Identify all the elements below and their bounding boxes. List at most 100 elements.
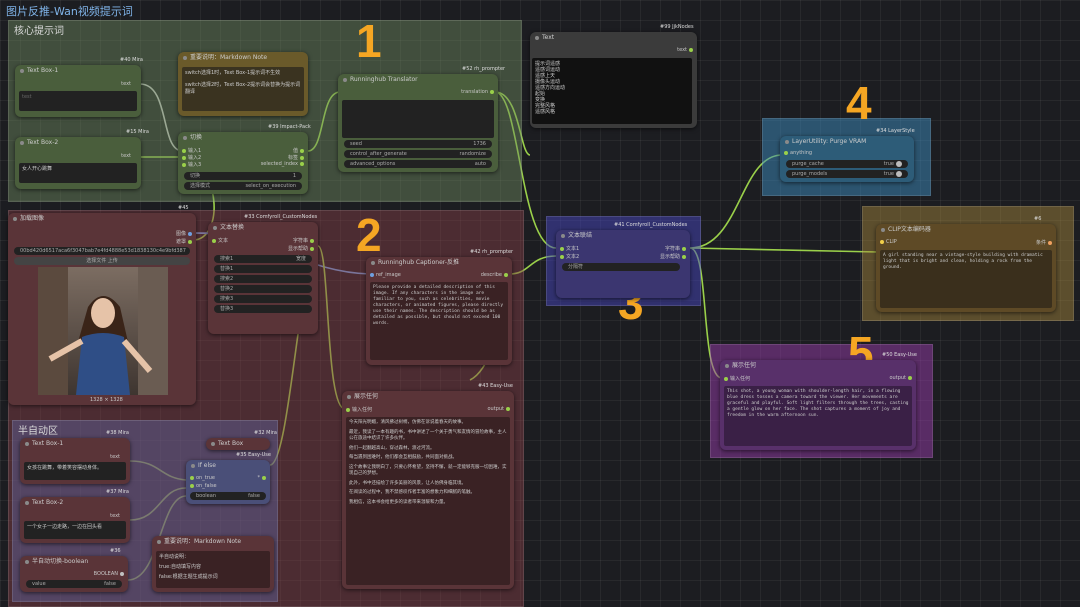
node-id: #33 Comfyroll_CustomNodes	[244, 214, 318, 220]
output-label: text	[121, 81, 131, 87]
output-help[interactable]: 显示帮助	[288, 245, 316, 252]
text-replace-node[interactable]: 文本替换 文本 字符串 显示帮助 搜索1 宽度 替换1 搜索2 替换2 搜索3 替…	[208, 222, 318, 334]
output-any[interactable]: *	[258, 475, 269, 481]
text-box-collapsed-node[interactable]: Text Box	[206, 438, 270, 450]
output-image[interactable]: 图像	[176, 230, 194, 237]
if-else-node[interactable]: If else on_true on_false * boolean false	[186, 460, 270, 504]
step-number-4: 4	[846, 77, 872, 129]
advanced-options-widget[interactable]: advanced_options auto	[344, 160, 492, 168]
output-string[interactable]: 字符串	[665, 245, 688, 252]
output-any[interactable]: output	[890, 375, 915, 381]
translator-node[interactable]: Runninghub Translator translation seed 17…	[338, 74, 498, 172]
search-2-widget[interactable]: 搜索2	[214, 275, 312, 283]
text-box-2-node[interactable]: Text Box-2 text 女人开心跳舞	[15, 137, 141, 189]
node-id: #37 Mira	[106, 489, 129, 495]
output-help[interactable]: 显示帮助	[660, 253, 688, 260]
captioner-node[interactable]: Runninghub Captioner-反推 ref_image descri…	[366, 257, 512, 365]
node-title: 重要说明：Markdown Note	[152, 536, 274, 548]
output-string[interactable]: 字符串	[293, 237, 316, 244]
output-index[interactable]: selected_index	[261, 161, 306, 167]
node-id: #34 LayerStyle	[876, 128, 915, 134]
caption-prompt[interactable]: Please provide a detailed description of…	[370, 282, 508, 360]
input-3[interactable]: 输入3	[180, 161, 201, 168]
switch-widget[interactable]: 切换 1	[184, 172, 302, 180]
seed-widget[interactable]: seed 1736	[344, 140, 492, 148]
markdown-note-2[interactable]: 重要说明：Markdown Note 半自动说明： true:自动填写内容 fa…	[152, 536, 274, 592]
search-1-widget[interactable]: 搜索1 宽度	[214, 255, 312, 263]
note-line: true:自动填写内容	[159, 564, 201, 570]
note-body: switch选择1时，Text Box-1提示词不生效 switch选择2时，T…	[182, 67, 304, 111]
input-anything[interactable]: anything	[782, 150, 812, 156]
clip-text-encode-node[interactable]: CLIP文本编码器 CLIP 条件 A girl standing near a…	[876, 224, 1056, 312]
node-id: #36	[110, 548, 121, 554]
node-title: 加载图像	[8, 213, 196, 225]
note-line: false:根据主题生成提示词	[159, 574, 218, 580]
semi-text-box-1-node[interactable]: Text Box-1 text 女孩在跳舞，带着笑容摆动身体。	[20, 438, 130, 484]
output-mask[interactable]: 遮罩	[176, 238, 194, 245]
replace-2-widget[interactable]: 替换2	[214, 285, 312, 293]
input-any[interactable]: 输入任何	[344, 406, 372, 413]
node-title: Text	[530, 32, 697, 44]
output-conditioning[interactable]: 条件	[1036, 239, 1054, 246]
output-describe[interactable]: describe	[481, 272, 510, 278]
text-input[interactable]: test	[19, 91, 137, 111]
output-label: text	[110, 513, 120, 519]
output-boolean[interactable]: BOOLEAN	[94, 571, 126, 577]
text-box-1-node[interactable]: Text Box-1 text test	[15, 65, 141, 117]
node-title: 展示任何	[720, 360, 916, 372]
text-input[interactable]: 女孩在跳舞，带着笑容摆动身体。	[24, 462, 126, 480]
show-anything-node-1[interactable]: 展示任何 输入任何 output 今天阳光明媚，清风拂过树梢，仿佛在诉说着春天的…	[342, 391, 514, 589]
value-widget[interactable]: value false	[26, 580, 122, 588]
control-after-generate-widget[interactable]: control_after_generate randomize	[344, 150, 492, 158]
clip-prompt[interactable]: A girl standing near a vintage-style bui…	[880, 250, 1052, 308]
node-id: #43 Easy-Use	[478, 383, 513, 389]
output-any[interactable]: output	[488, 406, 513, 412]
text-concat-node[interactable]: 文本联结 文本1 文本2 字符串 显示帮助 分隔符	[556, 230, 690, 298]
node-title: 重要说明：Markdown Note	[178, 52, 308, 64]
output-value[interactable]: 值	[293, 147, 306, 154]
replace-3-widget[interactable]: 替换3	[214, 305, 312, 313]
translator-text[interactable]	[342, 100, 494, 138]
image-file-select[interactable]: 00bd420d6517aca6f3047bab7e4fd4888e53d183…	[14, 247, 190, 255]
node-id: #39 Impact-Pack	[268, 124, 311, 130]
output-text[interactable]: text	[677, 47, 695, 53]
upload-button[interactable]: 选择文件 上传	[14, 257, 190, 265]
input-1[interactable]: 输入1	[180, 147, 201, 154]
input-any[interactable]: 输入任何	[722, 375, 750, 382]
load-image-node[interactable]: 加载图像 图像 遮罩 00bd420d6517aca6f3047bab7e4fd…	[8, 213, 196, 405]
show-anything-node-2[interactable]: 展示任何 输入任何 output This shot, a young woma…	[720, 360, 916, 450]
select-mode-widget[interactable]: 选择模式 select_on_execution	[184, 182, 302, 190]
show-text[interactable]: This shot, a young woman with shoulder-l…	[724, 386, 912, 446]
show-text[interactable]: 今天阳光明媚，清风拂过树梢，仿佛在诉说着春天的故事。 最近，我读了一本有趣的书，书…	[346, 417, 510, 585]
input-on-true[interactable]: on_true	[188, 475, 215, 481]
replace-1-widget[interactable]: 替换1	[214, 265, 312, 273]
input-text[interactable]: 文本	[210, 237, 228, 244]
node-id: #15 Mira	[126, 129, 149, 135]
semi-text-box-2-node[interactable]: Text Box-2 text 一个女子一边走路，一边在回头看	[20, 497, 130, 543]
input-on-false[interactable]: on_false	[188, 483, 217, 489]
input-ref-image[interactable]: ref_image	[368, 272, 401, 278]
markdown-note-1[interactable]: 重要说明：Markdown Note switch选择1时，Text Box-1…	[178, 52, 308, 116]
output-label[interactable]: 标签	[288, 154, 306, 161]
text-input[interactable]: 一个女子一边走路，一边在回头看	[24, 521, 126, 539]
boolean-node[interactable]: 半自动切换-boolean BOOLEAN value false	[20, 556, 128, 592]
input-2[interactable]: 输入2	[180, 154, 201, 161]
text-input[interactable]: 女人开心跳舞	[19, 163, 137, 183]
purge-models-toggle[interactable]: purge_models true	[786, 170, 908, 178]
node-id: #45	[178, 205, 189, 211]
search-3-widget[interactable]: 搜索3	[214, 295, 312, 303]
node-title: If else	[186, 460, 270, 472]
purge-vram-node[interactable]: LayerUtility: Purge VRAM anything purge_…	[780, 136, 914, 182]
node-title: Text Box	[206, 438, 270, 450]
text-display-node[interactable]: Text text 提示词遥感 遥感词运动 遥感上天 摄像头运动 遥感方向运动 起始 变换完…	[530, 32, 697, 128]
input-text-2[interactable]: 文本2	[558, 253, 579, 260]
purge-cache-toggle[interactable]: purge_cache true	[786, 160, 908, 168]
input-text-1[interactable]: 文本1	[558, 245, 579, 252]
separator-widget[interactable]: 分隔符	[562, 263, 680, 271]
boolean-widget[interactable]: boolean false	[190, 492, 266, 500]
switch-node[interactable]: 切换 输入1 输入2 输入3 值 标签 selected_index 切换 1 选…	[178, 132, 308, 194]
output-translation[interactable]: translation	[461, 89, 496, 95]
input-clip[interactable]: CLIP	[878, 239, 897, 245]
preview-image	[38, 267, 168, 395]
text-display[interactable]: 提示词遥感 遥感词运动 遥感上天 摄像头运动 遥感方向运动 起始 变换 完整风格 遥感风格	[532, 58, 692, 124]
